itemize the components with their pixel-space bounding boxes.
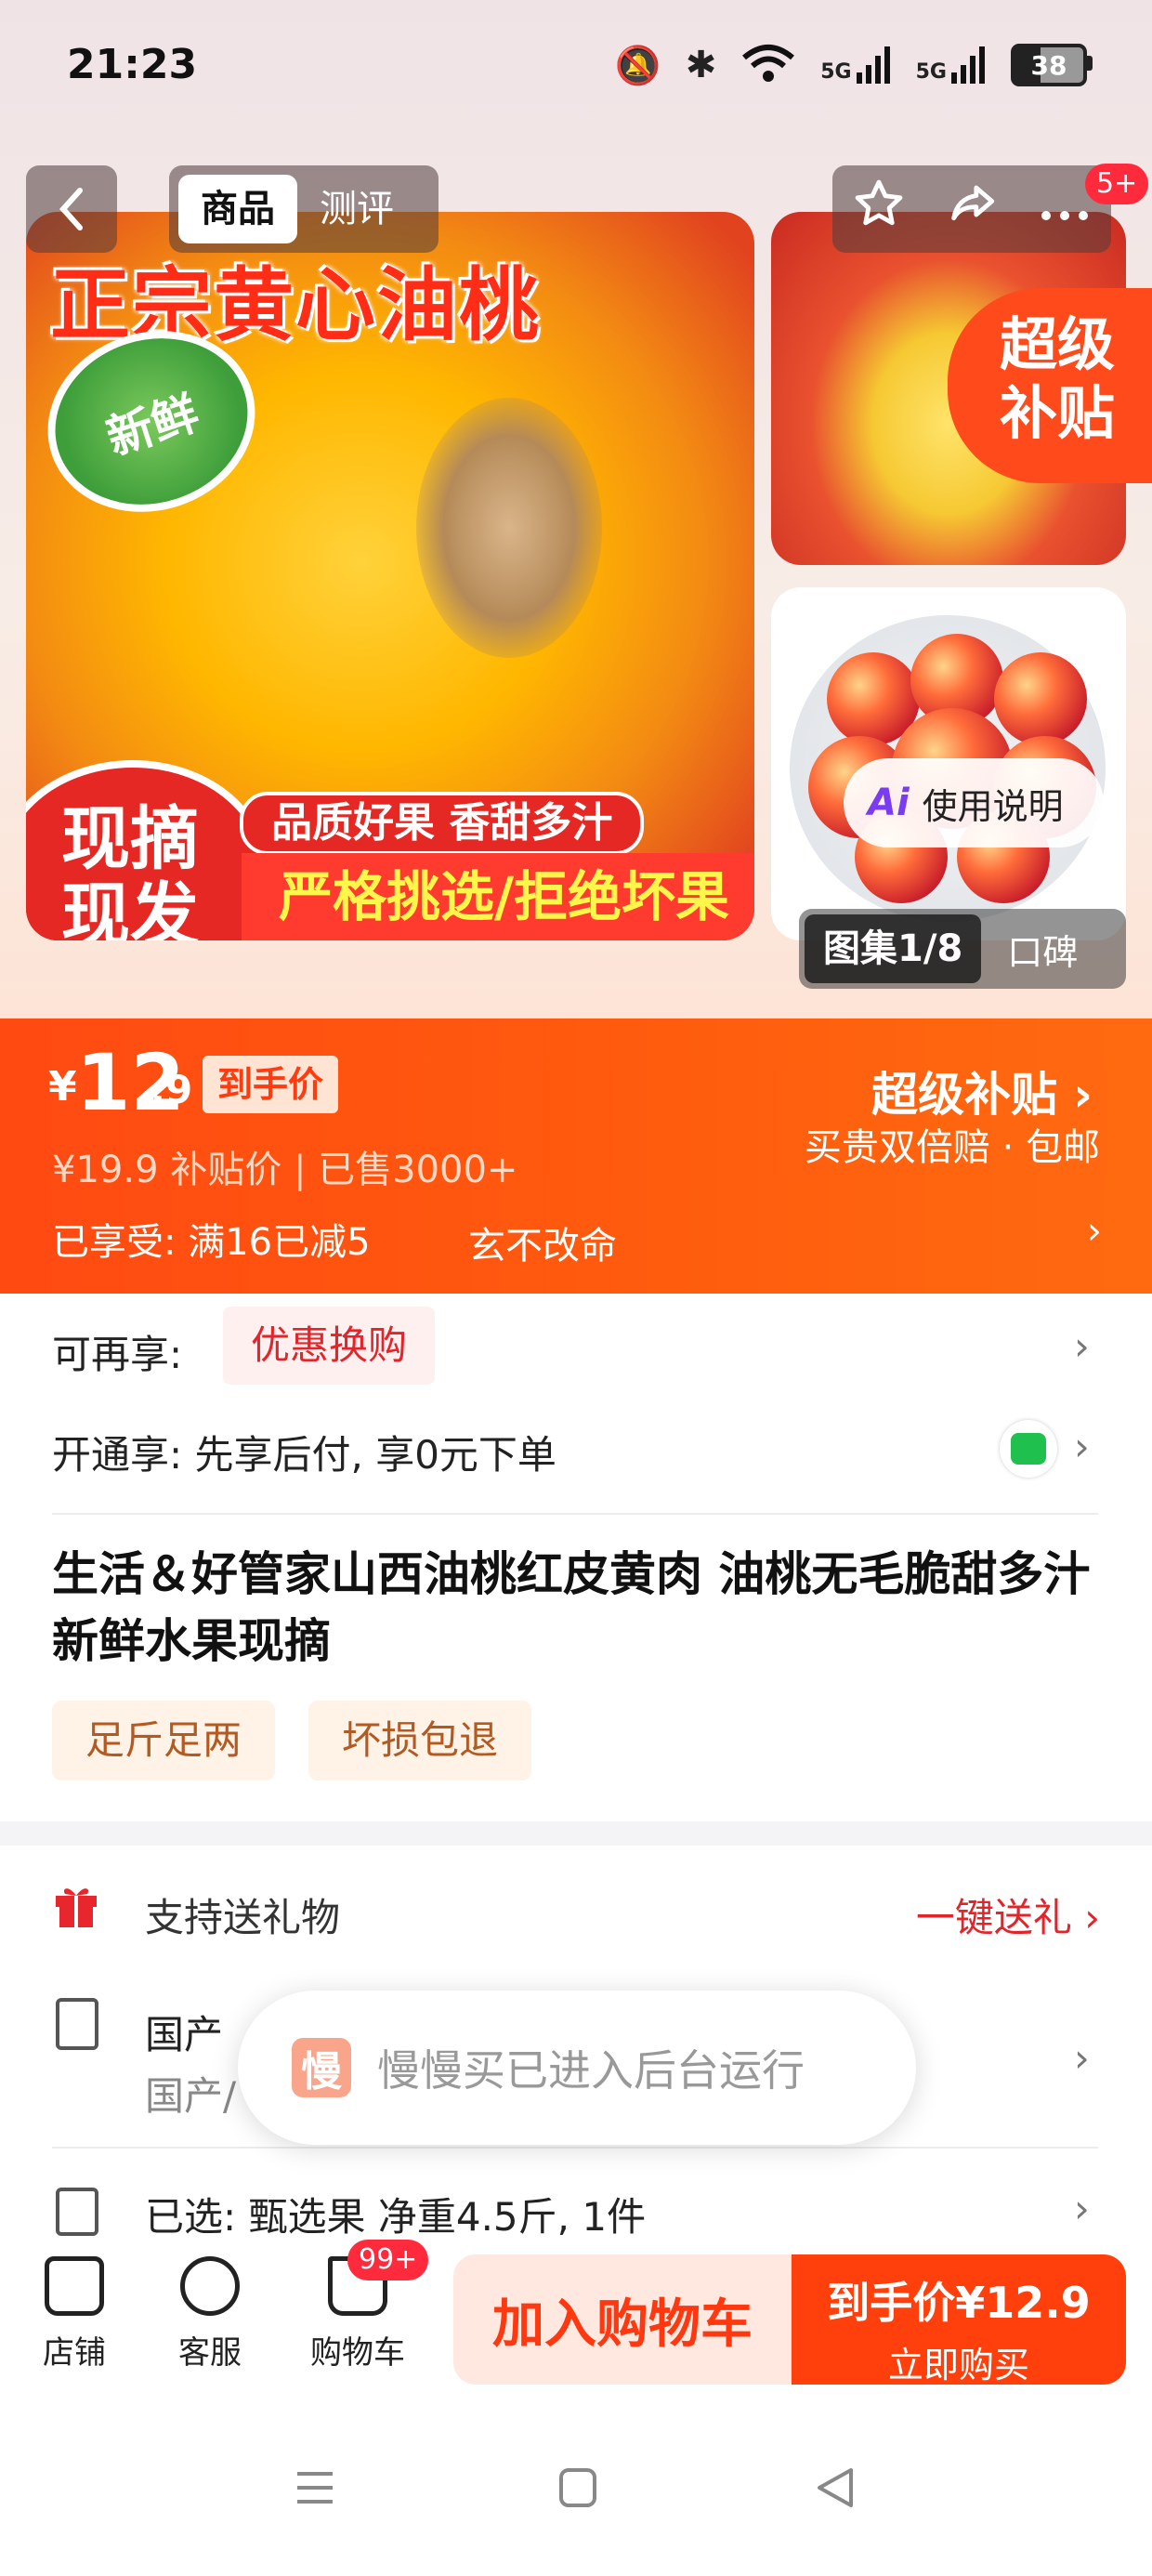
gift-support-label: 支持送礼物	[145, 1895, 341, 1940]
pick-badge-line1: 现摘	[61, 799, 199, 879]
store-button[interactable]: 店铺	[19, 2256, 130, 2372]
battery-icon: 38	[1011, 44, 1093, 86]
super-subsidy-desc: 买贵双倍赔 · 包邮	[804, 1126, 1100, 1169]
selected-spec[interactable]: 已选: 甄选果 净重4.5斤, 1件	[145, 2186, 646, 2242]
document-icon	[56, 1998, 98, 2050]
section-gap	[0, 1821, 1152, 1846]
buy-now-label: 立即购买	[887, 2345, 1029, 2385]
fruit-pit-image	[416, 398, 602, 658]
tab-product[interactable]: 商品	[178, 175, 297, 243]
customer-service-icon	[180, 2256, 240, 2316]
home-icon[interactable]	[557, 2466, 598, 2509]
divider	[52, 1513, 1098, 1515]
price-section[interactable]: ¥ 12 .9 到手价 ¥19.9 补贴价 | 已售3000+ 已享受: 满16…	[0, 1019, 1152, 1294]
gift-icon	[56, 1888, 97, 1927]
send-gift-link[interactable]: 一键送礼 ›	[916, 1886, 1100, 1943]
back-triangle-icon[interactable]	[814, 2464, 857, 2511]
gallery-counter-tab[interactable]: 图集1/8	[805, 914, 982, 983]
pick-badge-line2: 现发	[61, 875, 199, 940]
toast-message: 慢慢买已进入后台运行	[377, 2045, 805, 2096]
subsidy-line1: 超级	[1000, 310, 1116, 378]
ai-instructions-label: 使用说明	[922, 785, 1064, 827]
wifi-icon	[740, 43, 796, 87]
more-offers-label: 可再享:	[52, 1332, 183, 1377]
favorite-star-icon[interactable]	[852, 177, 906, 242]
discount-extra: 玄不改命	[468, 1225, 617, 1268]
mute-icon: 🔕	[614, 44, 661, 87]
chevron-left-icon	[59, 188, 83, 230]
share-icon[interactable]	[945, 177, 999, 242]
product-tag[interactable]: 坏损包退	[308, 1701, 532, 1781]
ai-sparkle-icon: Ai	[868, 782, 910, 824]
chevron-right-icon[interactable]: ›	[1074, 2035, 1090, 2081]
chevron-right-icon[interactable]: ›	[1074, 1424, 1090, 1469]
cart-label: 购物车	[310, 2334, 405, 2372]
product-gallery-section: 21:23 🔕 ✱ 5G 5G 38 正宗黄心油桃 新鲜 现摘 现发 品质好果 …	[0, 0, 1152, 1019]
top-actions	[832, 165, 1111, 253]
strict-banner: 严格挑选/拒绝坏果	[242, 853, 754, 940]
divider	[52, 2147, 1098, 2149]
add-to-cart-button[interactable]: 加入购物车	[453, 2254, 792, 2385]
notification-badge: 5+	[1085, 164, 1149, 204]
price-currency: ¥	[48, 1063, 77, 1111]
coupon-exchange-button[interactable]: 优惠换购	[223, 1307, 436, 1385]
buy-now-button[interactable]: 到手价¥12.9 立即购买	[792, 2254, 1126, 2385]
buy-now-price: 到手价¥12.9	[827, 2278, 1091, 2328]
service-label: 客服	[178, 2334, 242, 2372]
app-logo-icon: 慢	[292, 2038, 351, 2097]
ai-instructions-button[interactable]: Ai 使用说明	[844, 758, 1104, 848]
store-label: 店铺	[43, 2334, 106, 2372]
bluetooth-icon: ✱	[685, 44, 717, 86]
background-toast: 慢 慢慢买已进入后台运行	[238, 1991, 916, 2145]
pay-later-label[interactable]: 开通享: 先享后付, 享0元下单	[52, 1424, 556, 1480]
main-product-image[interactable]: 正宗黄心油桃 新鲜 现摘 现发 品质好果 香甜多汁 严格挑选/拒绝坏果	[26, 212, 754, 940]
signal-label: 5G	[820, 60, 852, 84]
status-icons: 🔕 ✱ 5G 5G 38	[614, 41, 1093, 89]
super-subsidy-tag: 超级 补贴	[948, 288, 1152, 483]
plum	[994, 652, 1087, 745]
chevron-right-icon[interactable]: ›	[1074, 2186, 1090, 2231]
origin-label: 国产	[145, 2012, 224, 2057]
chevron-right-icon[interactable]: ›	[1074, 1323, 1090, 1369]
store-icon	[45, 2256, 104, 2316]
cart-count-badge: 99+	[347, 2240, 429, 2280]
quality-banner: 品质好果 香甜多汁	[240, 792, 645, 855]
back-button[interactable]	[26, 165, 117, 253]
pick-badge: 现摘 现发	[26, 760, 268, 940]
product-tag[interactable]: 足斤足两	[52, 1701, 276, 1781]
final-price-tag: 到手价	[203, 1056, 339, 1113]
price-decimal: .9	[151, 1067, 193, 1112]
signal-icon: 5G	[820, 46, 891, 84]
subsidy-line2: 补贴	[1000, 379, 1116, 447]
service-button[interactable]: 客服	[154, 2256, 266, 2372]
product-title: 生活＆好管家山西油桃红皮黄肉 油桃无毛脆甜多汁 新鲜水果现摘	[52, 1547, 1091, 1668]
page-tabs: 商品 测评	[169, 165, 439, 253]
chevron-right-icon[interactable]: ›	[1087, 1210, 1102, 1253]
origin-sub: 国产/	[145, 2073, 237, 2119]
signal-icon-2: 5G	[916, 46, 987, 84]
checklist-icon	[56, 2188, 98, 2236]
super-subsidy-link[interactable]: 超级补贴 ›	[871, 1058, 1093, 1124]
original-price-line: ¥19.9 补贴价 | 已售3000+	[52, 1149, 518, 1191]
battery-level: 38	[1030, 49, 1067, 81]
more-icon[interactable]	[1038, 182, 1092, 236]
status-time: 21:23	[67, 41, 198, 88]
shopping-bag-icon	[1000, 1420, 1057, 1478]
menu-icon[interactable]	[294, 2466, 336, 2509]
discount-enjoyed: 已享受: 满16已减5	[52, 1221, 371, 1264]
tab-review[interactable]: 测评	[297, 175, 416, 243]
gallery-switcher: 图集1/8 口碑	[799, 909, 1126, 989]
signal-label-2: 5G	[915, 60, 947, 84]
system-navigation-bar	[0, 2416, 1152, 2576]
reviews-tab[interactable]: 口碑	[1007, 924, 1078, 975]
